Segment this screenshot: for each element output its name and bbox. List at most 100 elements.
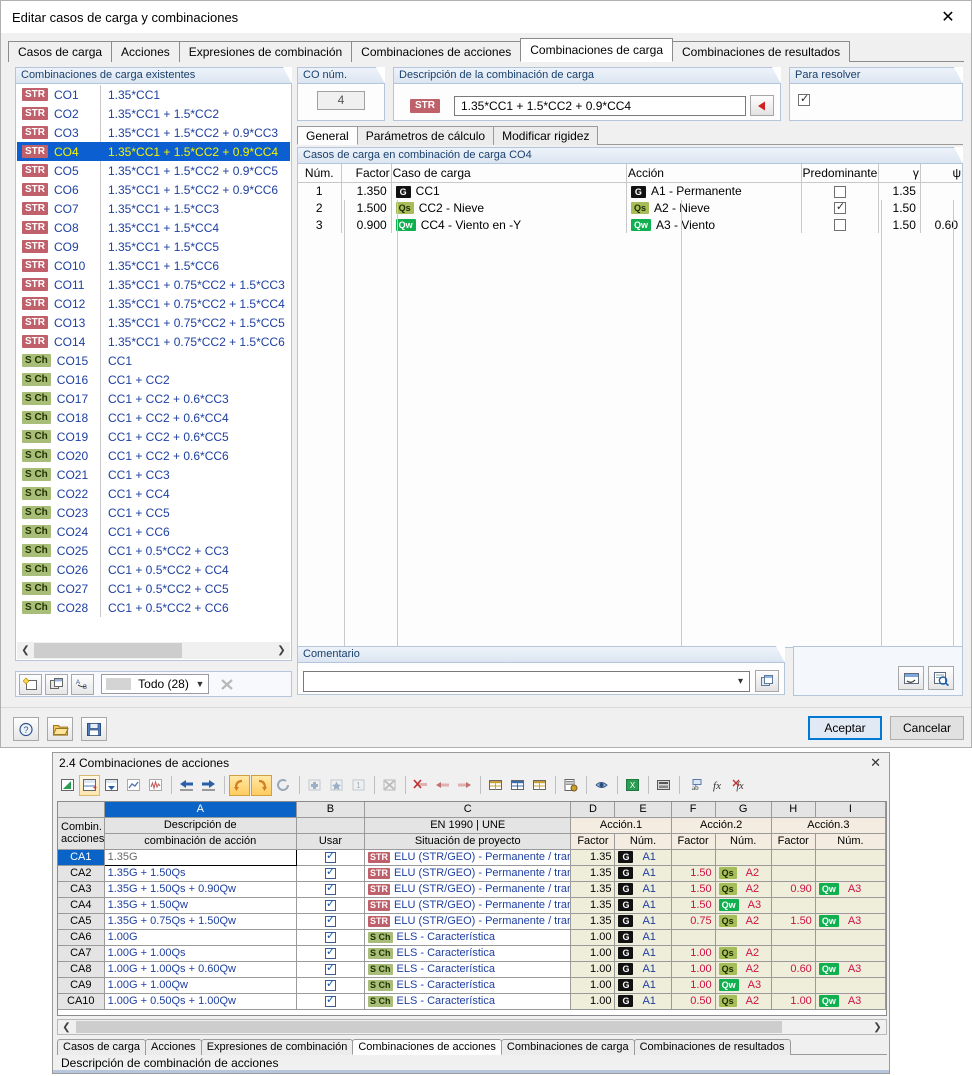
cell-num-1[interactable]: G A1 — [614, 977, 672, 994]
cell-factor-2[interactable]: 0.75 — [671, 913, 716, 930]
graph-line-icon[interactable] — [123, 775, 144, 796]
cell-description[interactable]: 1.00G + 1.00Qs + 0.60Qw — [104, 961, 297, 978]
list-item[interactable]: S Ch CO26 CC1 + 0.5*CC2 + CC4 — [17, 560, 290, 579]
cell-factor-1[interactable]: 1.35 — [570, 849, 616, 866]
row-action[interactable]: Qw A3 - Viento — [626, 216, 802, 233]
sheet-column-I[interactable]: I — [815, 802, 886, 818]
row-id[interactable]: CA10 — [58, 993, 105, 1010]
cell-num-2[interactable]: Qs A2 — [715, 945, 772, 962]
report-icon[interactable] — [560, 775, 581, 796]
usar-checkbox[interactable] — [324, 977, 336, 991]
cell-usar[interactable] — [296, 929, 366, 946]
cell-description[interactable]: 1.35G + 1.50Qs + 0.90Qw — [104, 881, 297, 898]
table-row[interactable]: CA21.35G + 1.50Qs STRELU (STR/GEO) - Perm… — [58, 865, 886, 882]
row-predominant[interactable] — [801, 182, 880, 199]
cell-factor-2[interactable]: 1.00 — [671, 945, 716, 962]
list-item[interactable]: S Ch CO24 CC1 + CC6 — [17, 522, 290, 541]
cell-usar[interactable] — [296, 961, 366, 978]
sheet-column-G[interactable]: G — [715, 802, 772, 818]
shift-left-icon[interactable] — [432, 775, 453, 796]
cell-factor-3[interactable]: 1.50 — [771, 913, 816, 930]
shift-right-icon[interactable] — [454, 775, 475, 796]
tab-combinaciones-de-resultados[interactable]: Combinaciones de resultados — [672, 41, 851, 62]
list-item[interactable]: STR CO10 1.35*CC1 + 1.5*CC6 — [17, 256, 290, 275]
row-id[interactable]: CA5 — [58, 913, 105, 930]
row-load-case[interactable]: Qs CC2 - Nieve — [391, 199, 627, 216]
sheet-column-A[interactable]: A — [104, 802, 297, 818]
chevron-down-icon[interactable]: ▾ — [732, 676, 749, 687]
star-icon[interactable] — [326, 775, 347, 796]
usar-checkbox[interactable] — [324, 881, 336, 895]
row-id[interactable]: CA4 — [58, 897, 105, 914]
chart-icon[interactable] — [57, 775, 78, 796]
list-item[interactable]: S Ch CO21 CC1 + CC3 — [17, 465, 290, 484]
cell-factor-1[interactable]: 1.00 — [570, 945, 616, 962]
cell-factor-3[interactable]: 1.00 — [771, 993, 816, 1010]
cell-num-1[interactable]: G A1 — [614, 929, 672, 946]
cell-factor-1[interactable]: 1.00 — [570, 993, 616, 1010]
clear-icon[interactable] — [379, 775, 400, 796]
row-load-case[interactable]: G CC1 — [391, 182, 627, 199]
refresh-icon[interactable] — [273, 775, 294, 796]
cell-num-2[interactable]: Qs A2 — [715, 865, 772, 882]
calculator-icon[interactable] — [653, 775, 674, 796]
row-factor[interactable]: 0.900 — [341, 216, 392, 233]
list-item[interactable]: S Ch CO20 CC1 + CC2 + 0.6*CC6 — [17, 446, 290, 465]
table-row[interactable]: CA91.00G + 1.00Qw S ChELS - Característic… — [58, 977, 886, 994]
cell-usar[interactable] — [296, 977, 366, 994]
table-row[interactable]: CA81.00G + 1.00Qs + 0.60Qw S ChELS - Cara… — [58, 961, 886, 978]
tab-combinaciones-de-carga[interactable]: Combinaciones de carga — [520, 38, 674, 62]
usar-checkbox[interactable] — [324, 849, 336, 863]
cell-situation[interactable]: STR ELU (STR/GEO) - Permanente / transit — [364, 865, 572, 882]
table-row[interactable]: CA71.00G + 1.00Qs S ChELS - Característic… — [58, 945, 886, 962]
save-icon[interactable] — [81, 717, 107, 741]
inner-tab-modificar-rigidez[interactable]: Modificar rigidez — [493, 126, 599, 145]
list-item[interactable]: S Ch CO23 CC1 + CC5 — [17, 503, 290, 522]
row-factor[interactable]: 1.350 — [341, 182, 392, 199]
cell-usar[interactable] — [296, 993, 366, 1010]
cell-situation[interactable]: S Ch ELS - Característica — [364, 961, 572, 978]
list-item[interactable]: S Ch CO22 CC1 + CC4 — [17, 484, 290, 503]
cell-num-3[interactable] — [815, 897, 886, 914]
sheet-horizontal-scrollbar[interactable]: ❮ ❯ — [57, 1019, 887, 1035]
table-row[interactable]: CA11.35GSTRELU (STR/GEO) - Permanente / … — [58, 848, 886, 866]
list-item[interactable]: STR CO6 1.35*CC1 + 1.5*CC2 + 0.9*CC6 — [17, 180, 290, 199]
cell-factor-3[interactable] — [771, 945, 816, 962]
cell-situation[interactable]: STR ELU (STR/GEO) - Permanente / transit — [364, 897, 572, 914]
cell-description[interactable]: 1.35G — [103, 848, 297, 866]
list-item[interactable]: S Ch CO15 CC1 — [17, 351, 290, 370]
chevron-down-icon[interactable]: ▼ — [192, 679, 208, 689]
lower-tab-combinaciones-de-resultados[interactable]: Combinaciones de resultados — [633, 1039, 791, 1055]
cell-num-1[interactable]: G A1 — [614, 913, 672, 930]
cell-factor-1[interactable]: 1.35 — [570, 913, 616, 930]
list-item[interactable]: STR CO13 1.35*CC1 + 0.75*CC2 + 1.5*CC5 — [17, 313, 290, 332]
cell-usar[interactable] — [296, 849, 366, 866]
cell-description[interactable]: 1.00G + 1.00Qw — [104, 977, 297, 994]
tab-combinaciones-de-acciones[interactable]: Combinaciones de acciones — [351, 41, 522, 62]
cell-num-1[interactable]: G A1 — [614, 961, 672, 978]
sheet-column-F[interactable]: F — [671, 802, 716, 818]
scroll-thumb[interactable] — [76, 1021, 782, 1033]
table-row[interactable]: CA41.35G + 1.50Qw STRELU (STR/GEO) - Perm… — [58, 897, 886, 914]
row-id[interactable]: CA9 — [58, 977, 105, 994]
cell-factor-3[interactable] — [771, 977, 816, 994]
list-item[interactable]: STR CO11 1.35*CC1 + 0.75*CC2 + 1.5*CC3 — [17, 275, 290, 294]
cell-situation[interactable]: S Ch ELS - Característica — [364, 977, 572, 994]
cell-factor-1[interactable]: 1.35 — [570, 881, 616, 898]
cell-num-3[interactable] — [815, 945, 886, 962]
undo-icon[interactable] — [229, 774, 250, 796]
print-icon[interactable] — [591, 775, 612, 796]
list-item[interactable]: STR CO4 1.35*CC1 + 1.5*CC2 + 0.9*CC4 — [17, 142, 290, 161]
cell-factor-3[interactable] — [771, 849, 816, 866]
delete-icon[interactable] — [215, 674, 238, 695]
table-row[interactable]: CA51.35G + 0.75Qs + 1.50Qw STRELU (STR/GE… — [58, 913, 886, 930]
cell-num-3[interactable]: Qw A3 — [815, 993, 886, 1010]
predominant-checkbox[interactable] — [833, 219, 846, 232]
sheet-column-E[interactable]: E — [614, 802, 672, 818]
cell-factor-3[interactable] — [771, 929, 816, 946]
predominant-checkbox[interactable] — [833, 185, 846, 198]
cell-num-2[interactable]: Qs A2 — [715, 961, 772, 978]
table-row[interactable]: 3 0.900 Qw CC4 - Viento en -Y Qw A3 - Viento 1… — [298, 216, 962, 233]
cell-num-3[interactable] — [815, 977, 886, 994]
tab-expresiones-de-combinación[interactable]: Expresiones de combinación — [178, 41, 353, 62]
